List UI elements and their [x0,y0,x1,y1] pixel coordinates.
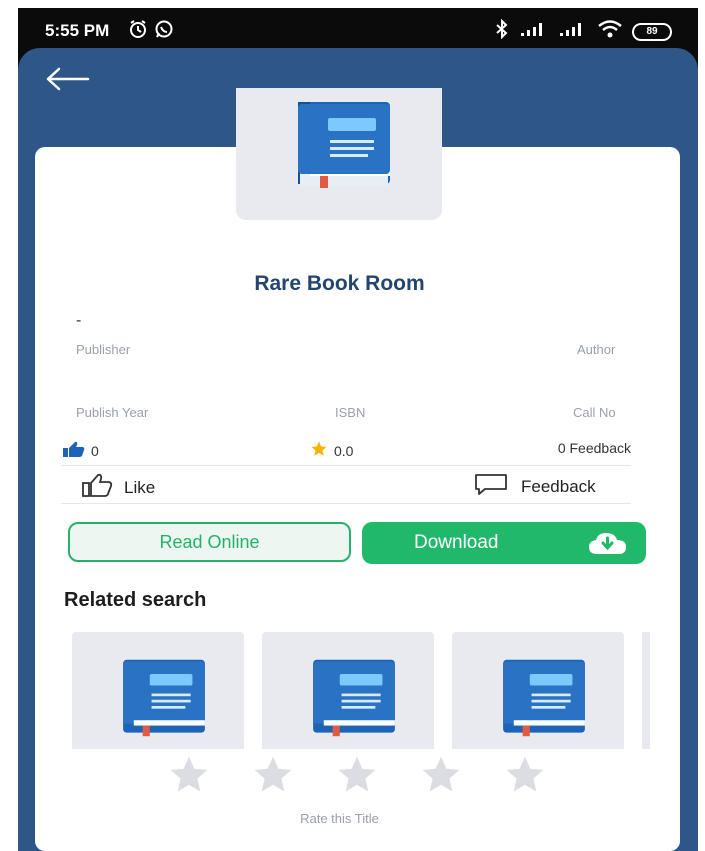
whatsapp-icon [154,19,174,44]
book-icon [123,659,205,737]
publish-year-label: Publish Year [76,405,149,420]
related-search-heading: Related search [64,589,207,611]
book-title: Rare Book Room [254,272,425,295]
isbn-label: ISBN [335,405,366,420]
thumbs-up-outline-icon [80,472,114,503]
related-book-card[interactable] [452,632,624,749]
divider [61,503,631,504]
related-book-card[interactable] [262,632,434,749]
star-empty-icon[interactable] [405,753,477,802]
rating-stars [153,753,561,802]
author-value: - [76,312,82,329]
book-icon [313,659,395,737]
status-time: 5:55 PM [45,21,110,40]
related-book-card-partial[interactable] [642,632,650,749]
related-book-card[interactable] [72,632,244,749]
feedback-label: Feedback [521,476,596,496]
likes-count: 0 [91,442,99,459]
star-empty-icon[interactable] [153,753,225,802]
author-label: Author [577,342,616,357]
download-button[interactable]: Download [362,522,646,564]
feedback-count: 0 Feedback [557,440,631,456]
star-empty-icon[interactable] [237,753,309,802]
status-bar: 5:55 PM 89 [18,8,698,50]
book-stats-row: 0 0.0 0 Feedback [61,440,631,464]
signal-icon [558,21,588,42]
like-button[interactable]: Like [80,472,155,503]
rate-title-label: Rate this Title [300,811,379,826]
star-empty-icon[interactable] [321,753,393,802]
battery-icon: 89 [632,22,672,41]
book-cover-icon [280,100,390,190]
thumbs-up-filled-icon [61,440,87,461]
publisher-label: Publisher [76,342,131,357]
feedback-button[interactable]: Feedback [473,472,596,501]
alarm-icon [128,19,148,44]
download-label: Download [414,532,499,553]
bluetooth-icon [494,18,510,44]
star-empty-icon[interactable] [489,753,561,802]
rating-value: 0.0 [334,442,354,459]
wifi-icon [597,20,623,43]
back-arrow-icon[interactable] [44,64,90,94]
star-icon [310,440,328,461]
call-no-label: Call No [573,405,616,420]
divider [61,465,631,466]
like-label: Like [124,477,156,497]
book-icon [503,659,585,737]
read-online-button[interactable]: Read Online [68,522,351,562]
comment-icon [473,472,509,501]
read-online-label: Read Online [159,531,260,552]
signal-icon [519,21,549,42]
cloud-download-icon [586,530,630,564]
